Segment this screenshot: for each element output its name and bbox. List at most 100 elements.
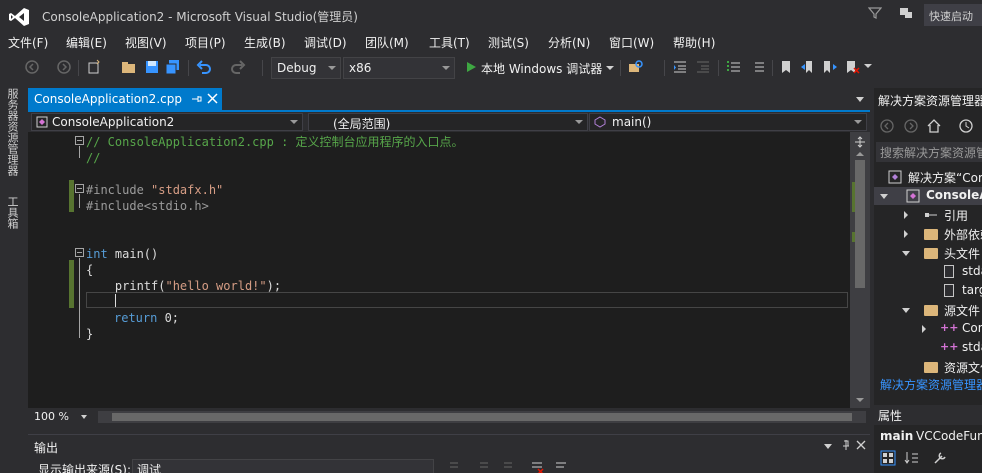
tree-item-project[interactable]: ConsoleApplication2: [874, 187, 982, 205]
menu-test[interactable]: 测试(S): [488, 34, 529, 51]
save-all-icon[interactable]: [165, 59, 181, 75]
close-icon[interactable]: [207, 93, 218, 104]
tree-item-solution[interactable]: 解决方案“ConsoleApplication2”: [874, 168, 982, 186]
menu-build[interactable]: 生成(B): [244, 34, 286, 51]
open-file-icon[interactable]: [121, 59, 137, 75]
properties-object-select[interactable]: main VCCodeFunction: [874, 425, 982, 447]
toolbar-overflow-icon[interactable]: [864, 64, 872, 68]
uncomment-icon[interactable]: [750, 59, 766, 75]
method-icon: [594, 116, 606, 128]
project-navigation-select[interactable]: ConsoleApplication2: [31, 113, 303, 131]
tree-item-targetver-h[interactable]: targetver.h: [874, 282, 982, 300]
redo-icon[interactable]: [230, 59, 246, 75]
menu-window[interactable]: 窗口(W): [609, 34, 654, 51]
close-icon[interactable]: [856, 440, 866, 450]
clear-bookmarks-icon[interactable]: [844, 59, 860, 75]
alphabetical-icon[interactable]: [904, 450, 920, 466]
feedback-icon[interactable]: [898, 5, 914, 21]
comment-out-icon[interactable]: [726, 59, 742, 75]
expanded-arrow-icon[interactable]: [880, 194, 888, 199]
tree-item-references[interactable]: 引用: [874, 206, 982, 224]
outdent-icon[interactable]: [695, 59, 711, 75]
clear-all-icon[interactable]: [530, 461, 544, 473]
menu-view[interactable]: 视图(V): [125, 34, 167, 51]
indent-icon[interactable]: [672, 59, 688, 75]
folder-icon: [924, 248, 938, 259]
chevron-down-icon[interactable]: [606, 66, 614, 70]
tree-item-main-cpp[interactable]: ++ ConsoleApplication2.cpp: [874, 320, 982, 338]
collapse-icon[interactable]: [75, 248, 84, 257]
solution-explorer-tab-link[interactable]: 解决方案资源管理器: [880, 376, 982, 393]
solution-configuration-select[interactable]: Debug: [271, 57, 341, 79]
start-debugging-button[interactable]: 本地 Windows 调试器: [481, 60, 602, 77]
scrollbar-thumb[interactable]: [112, 413, 852, 421]
back-icon[interactable]: [880, 119, 894, 133]
back-icon[interactable]: [24, 59, 40, 75]
document-tab-active[interactable]: ConsoleApplication2.cpp: [28, 88, 222, 110]
quick-launch-input[interactable]: 快速启动: [924, 4, 982, 26]
menu-project[interactable]: 项目(P): [185, 34, 226, 51]
menu-analyze[interactable]: 分析(N): [548, 34, 590, 51]
menu-team[interactable]: 团队(M): [365, 34, 409, 51]
filter-icon[interactable]: [868, 6, 882, 20]
save-icon[interactable]: [144, 59, 160, 75]
pin-icon[interactable]: [190, 93, 202, 105]
solution-platform-select[interactable]: x86: [343, 57, 455, 79]
tab-list-dropdown-icon[interactable]: [856, 97, 864, 102]
tree-item-label: 头文件: [944, 247, 981, 261]
property-pages-icon[interactable]: [932, 450, 948, 466]
bookmark-icon[interactable]: [778, 59, 794, 75]
scope-navigation-select[interactable]: (全局范围): [308, 113, 588, 131]
collapsed-arrow-icon[interactable]: [922, 325, 926, 333]
tree-item-source-files[interactable]: 源文件: [874, 301, 982, 319]
code-editor[interactable]: // ConsoleApplication2.cpp : 定义控制台应用程序的入…: [28, 132, 850, 408]
history-icon[interactable]: [958, 118, 974, 134]
collapsed-arrow-icon[interactable]: [904, 211, 908, 219]
collapsed-arrow-icon[interactable]: [904, 230, 908, 238]
tree-item-header-files[interactable]: 头文件: [874, 244, 982, 262]
server-explorer-tab[interactable]: 服务器资源管理器: [4, 88, 20, 176]
scrollbar-thumb[interactable]: [855, 160, 865, 288]
word-wrap-icon[interactable]: [554, 461, 568, 473]
member-navigation-select[interactable]: main(): [589, 113, 867, 131]
new-project-icon[interactable]: [86, 59, 102, 75]
scroll-up-icon[interactable]: [856, 152, 864, 156]
split-window-icon[interactable]: [854, 136, 866, 148]
home-icon[interactable]: [926, 118, 942, 134]
categorized-icon[interactable]: [880, 450, 896, 466]
output-source-select[interactable]: 调试: [132, 459, 434, 473]
scroll-down-icon[interactable]: [856, 398, 864, 402]
tree-item-resource-files[interactable]: 资源文件: [874, 358, 982, 376]
menu-file[interactable]: 文件(F): [8, 34, 48, 51]
next-message-icon[interactable]: [502, 461, 516, 473]
editor-vertical-scrollbar[interactable]: [850, 132, 870, 408]
undo-icon[interactable]: [196, 59, 212, 75]
toolbox-tab[interactable]: 工具箱: [4, 196, 20, 229]
next-bookmark-icon[interactable]: [822, 59, 838, 75]
previous-bookmark-icon[interactable]: [800, 59, 816, 75]
panel-menu-icon[interactable]: [824, 444, 832, 449]
previous-message-icon[interactable]: [478, 461, 492, 473]
tree-item-stdafx-h[interactable]: stdafx.h: [874, 263, 982, 281]
editor-horizontal-scrollbar[interactable]: [98, 411, 866, 423]
menu-debug[interactable]: 调试(D): [304, 34, 347, 51]
pin-icon[interactable]: [840, 439, 852, 451]
collapse-icon[interactable]: [75, 184, 84, 193]
forward-icon[interactable]: [56, 59, 72, 75]
folder-icon: [924, 305, 938, 316]
menu-help[interactable]: 帮助(H): [673, 34, 715, 51]
solution-explorer-search-input[interactable]: 搜索解决方案资源管理器: [876, 142, 982, 162]
zoom-level-select[interactable]: 100 %: [31, 409, 93, 425]
expanded-arrow-icon[interactable]: [902, 308, 910, 313]
start-debugging-icon[interactable]: [463, 59, 479, 75]
tree-item-external-dependencies[interactable]: 外部依赖项: [874, 225, 982, 243]
menu-edit[interactable]: 编辑(E): [66, 34, 107, 51]
tree-item-stdafx-cpp[interactable]: ++ stdafx.cpp: [874, 339, 982, 357]
expanded-arrow-icon[interactable]: [902, 251, 910, 256]
find-message-icon[interactable]: [448, 461, 462, 473]
forward-icon[interactable]: [904, 119, 918, 133]
text-caret: [115, 294, 116, 307]
collapse-icon[interactable]: [75, 136, 84, 145]
menu-tools[interactable]: 工具(T): [429, 34, 470, 51]
find-in-files-icon[interactable]: [628, 59, 644, 75]
